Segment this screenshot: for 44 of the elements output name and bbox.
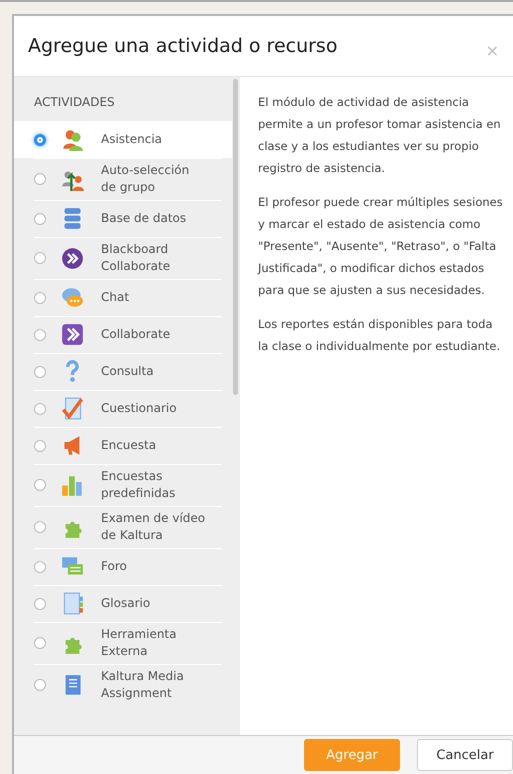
- bar-chart-icon: [61, 474, 84, 496]
- activity-item[interactable]: Consulta: [14, 353, 240, 390]
- activity-item[interactable]: Glosario: [14, 585, 240, 622]
- activity-item[interactable]: Blackboard Collaborate: [14, 237, 240, 279]
- cancel-button[interactable]: Cancelar: [417, 739, 513, 771]
- radio-button[interactable]: [34, 134, 46, 146]
- radio-button[interactable]: [34, 252, 46, 264]
- people-icon: [61, 128, 84, 151]
- activity-item[interactable]: Encuestas predefinidas: [14, 464, 240, 506]
- chevron-square-icon: [61, 323, 84, 346]
- radio-button[interactable]: [34, 366, 46, 378]
- scrollbar[interactable]: [233, 79, 238, 395]
- activity-item[interactable]: Base de datos: [14, 200, 240, 237]
- description-text: El módulo de actividad de asistencia permite a un profesor tomar asistencia en clase y a los estudiantes ver su propio registro de asistencia.: [258, 94, 502, 177]
- activity-item[interactable]: Cuestionario: [14, 390, 240, 427]
- radio-button[interactable]: [34, 479, 46, 491]
- description-text: El profesor puede crear múltiples sesiones y marcar el estado de asistencia como "Presente", "Ausente", "Retraso", o "Falta Justificada", o modificar dichos estados para que se ajusten a sus necesidades.: [258, 194, 504, 299]
- radio-button[interactable]: [34, 292, 46, 304]
- radio-button[interactable]: [34, 560, 46, 572]
- activity-item[interactable]: Herramienta Externa: [14, 622, 240, 664]
- radio-button[interactable]: [34, 173, 46, 185]
- radio-button[interactable]: [34, 212, 46, 224]
- activity-item[interactable]: Chat: [14, 279, 240, 316]
- activity-item[interactable]: Auto-selección de grupo: [14, 158, 240, 200]
- description-text: Los reportes están disponibles para toda la clase o individualmente por estudiante.: [258, 316, 502, 355]
- radio-button[interactable]: [34, 402, 46, 414]
- activity-item[interactable]: Asistencia: [14, 121, 232, 158]
- speech-bubbles-icon: [61, 286, 84, 309]
- activity-item[interactable]: Examen de vídeo de Kaltura: [14, 506, 240, 548]
- activity-item[interactable]: Foro: [14, 548, 240, 585]
- book-icon: [61, 592, 84, 615]
- chevron-circle-icon: [61, 246, 84, 270]
- radio-button[interactable]: [34, 440, 46, 452]
- checklist-icon: [61, 397, 84, 420]
- section-heading: ACTIVIDADES: [33, 94, 116, 111]
- radio-button[interactable]: [34, 679, 46, 691]
- radio-button[interactable]: [34, 521, 46, 533]
- radio-button[interactable]: [34, 328, 46, 340]
- dialog-title: Agregue una actividad o recurso: [28, 35, 338, 57]
- radio-button[interactable]: [34, 637, 46, 649]
- radio-button[interactable]: [34, 598, 46, 610]
- activity-item[interactable]: Encuesta: [14, 427, 240, 464]
- activity-item[interactable]: Kaltura Media Assignment: [14, 664, 240, 706]
- activity-item[interactable]: Collaborate: [14, 316, 240, 353]
